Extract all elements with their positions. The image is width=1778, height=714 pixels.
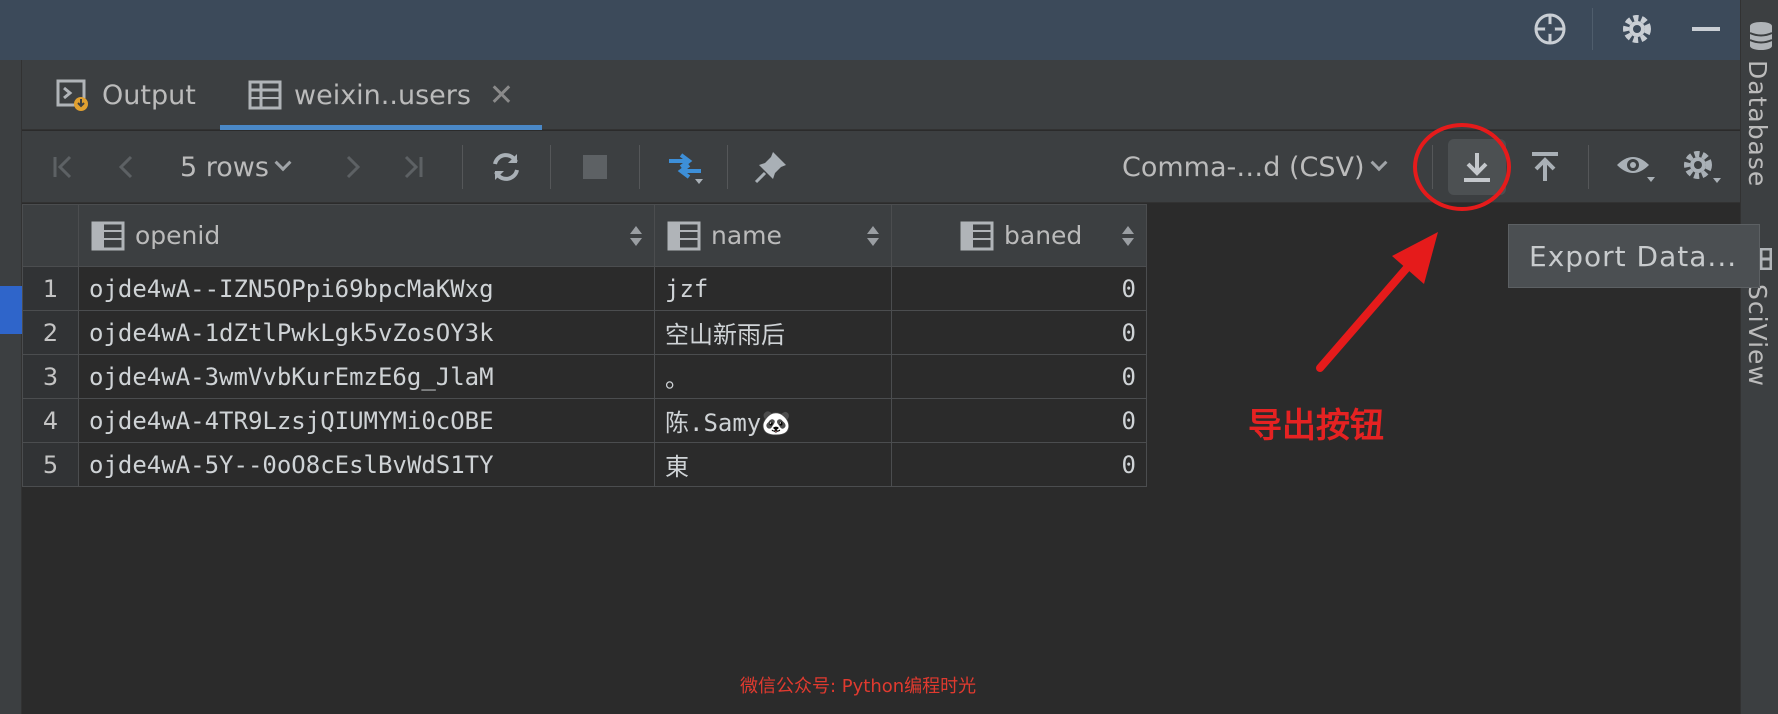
annotation-label: 导出按钮 (1248, 406, 1384, 446)
watermark-text: 微信公众号: Python编程时光 (740, 676, 977, 697)
annotation-arrow (1316, 232, 1438, 372)
